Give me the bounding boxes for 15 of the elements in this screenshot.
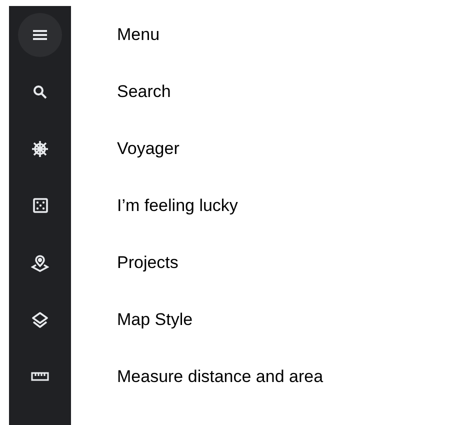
search-icon [33, 84, 47, 98]
menu-icon [32, 28, 48, 40]
item-label: Voyager [117, 138, 180, 160]
menu-button[interactable] [18, 12, 62, 56]
map-pin-icon [31, 254, 49, 272]
item-label: Projects [117, 252, 178, 274]
item-label: I’m feeling lucky [117, 194, 238, 217]
ship-wheel-icon [31, 140, 49, 158]
dice-icon [32, 198, 48, 213]
item-label: Search [117, 80, 171, 103]
item-label: Measure distance and area [117, 366, 324, 388]
layers-icon [32, 312, 48, 328]
item-label: Map Style [117, 308, 193, 331]
ruler-icon [31, 372, 49, 381]
item-label: Menu [117, 24, 160, 46]
